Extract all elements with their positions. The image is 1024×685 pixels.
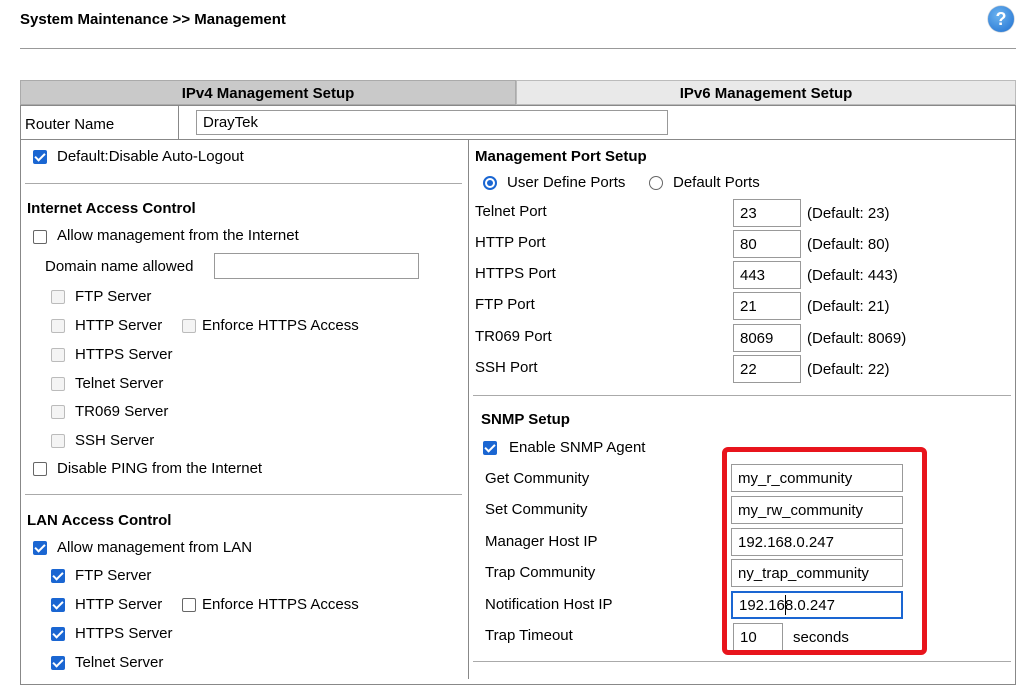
- manager-host-input[interactable]: [731, 528, 903, 556]
- internet-telnet-label: Telnet Server: [75, 375, 164, 392]
- trap-community-input[interactable]: [731, 559, 903, 587]
- https-port-input[interactable]: [733, 261, 801, 289]
- https-port-default: (Default: 443): [807, 267, 898, 284]
- internet-https-label: HTTPS Server: [75, 346, 173, 363]
- enable-snmp-label: Enable SNMP Agent: [509, 439, 646, 456]
- set-community-input[interactable]: [731, 496, 903, 524]
- router-name-input[interactable]: [196, 110, 668, 135]
- telnet-port-label: Telnet Port: [475, 203, 547, 220]
- set-community-label: Set Community: [485, 501, 588, 518]
- default-ports-radio[interactable]: [649, 176, 663, 190]
- trap-timeout-input[interactable]: [733, 623, 783, 651]
- ssh-port-input[interactable]: [733, 355, 801, 383]
- ftp-port-label: FTP Port: [475, 296, 535, 313]
- internet-ssh-checkbox[interactable]: [51, 434, 65, 448]
- section-divider: [25, 183, 462, 184]
- get-community-input[interactable]: [731, 464, 903, 492]
- auto-logout-checkbox[interactable]: [33, 150, 47, 164]
- internet-ssh-label: SSH Server: [75, 432, 155, 449]
- help-icon[interactable]: ?: [988, 6, 1014, 32]
- auto-logout-label: Default:Disable Auto-Logout: [57, 148, 244, 165]
- domain-allowed-input[interactable]: [214, 253, 419, 279]
- lan-telnet-label: Telnet Server: [75, 654, 164, 671]
- internet-http-label: HTTP Server: [75, 317, 163, 334]
- notification-host-label: Notification Host IP: [485, 596, 613, 613]
- tr069-port-input[interactable]: [733, 324, 801, 352]
- allow-internet-mgmt-checkbox[interactable]: [33, 230, 47, 244]
- manager-host-label: Manager Host IP: [485, 533, 598, 550]
- domain-allowed-label: Domain name allowed: [45, 258, 194, 275]
- internet-https-checkbox[interactable]: [51, 348, 65, 362]
- tab-ipv4-management[interactable]: IPv4 Management Setup: [20, 80, 516, 105]
- lan-https-checkbox[interactable]: [51, 627, 65, 641]
- ftp-port-default: (Default: 21): [807, 298, 890, 315]
- tab-ipv6-management[interactable]: IPv6 Management Setup: [516, 80, 1016, 105]
- https-port-label: HTTPS Port: [475, 265, 556, 282]
- disable-ping-label: Disable PING from the Internet: [57, 460, 263, 477]
- lan-http-checkbox[interactable]: [51, 598, 65, 612]
- ssh-port-default: (Default: 22): [807, 361, 890, 378]
- section-divider: [473, 661, 1011, 662]
- internet-ftp-checkbox[interactable]: [51, 290, 65, 304]
- ssh-port-label: SSH Port: [475, 359, 538, 376]
- user-define-ports-label: User Define Ports: [507, 174, 626, 191]
- lan-https-label: HTTPS Server: [75, 625, 173, 642]
- allow-lan-mgmt-checkbox[interactable]: [33, 541, 47, 555]
- enable-snmp-checkbox[interactable]: [483, 441, 497, 455]
- cell-divider: [178, 105, 179, 139]
- internet-tr069-checkbox[interactable]: [51, 405, 65, 419]
- disable-ping-checkbox[interactable]: [33, 462, 47, 476]
- row-divider: [20, 139, 1016, 140]
- internet-access-heading: Internet Access Control: [27, 200, 196, 217]
- trap-community-label: Trap Community: [485, 564, 596, 581]
- telnet-port-default: (Default: 23): [807, 205, 890, 222]
- internet-enforce-https-checkbox[interactable]: [182, 319, 196, 333]
- http-port-default: (Default: 80): [807, 236, 890, 253]
- mgmt-port-heading: Management Port Setup: [475, 148, 647, 165]
- telnet-port-input[interactable]: [733, 199, 801, 227]
- allow-internet-mgmt-label: Allow management from the Internet: [57, 227, 299, 244]
- section-divider: [25, 494, 462, 495]
- internet-http-checkbox[interactable]: [51, 319, 65, 333]
- get-community-label: Get Community: [485, 470, 590, 487]
- http-port-label: HTTP Port: [475, 234, 546, 251]
- title-divider: [20, 48, 1016, 49]
- notification-host-input[interactable]: [731, 591, 903, 619]
- internet-tr069-label: TR069 Server: [75, 403, 169, 420]
- user-define-ports-radio[interactable]: [483, 176, 497, 190]
- lan-http-label: HTTP Server: [75, 596, 163, 613]
- page-title: System Maintenance >> Management: [20, 11, 286, 28]
- allow-lan-mgmt-label: Allow management from LAN: [57, 539, 253, 556]
- column-divider: [468, 139, 469, 679]
- lan-enforce-https-label: Enforce HTTPS Access: [202, 596, 359, 613]
- trap-timeout-unit: seconds: [793, 629, 849, 646]
- router-name-label: Router Name: [25, 116, 115, 133]
- text-cursor: [785, 595, 786, 615]
- http-port-input[interactable]: [733, 230, 801, 258]
- tr069-port-default: (Default: 8069): [807, 330, 907, 347]
- default-ports-label: Default Ports: [673, 174, 760, 191]
- section-divider: [473, 395, 1011, 396]
- trap-timeout-label: Trap Timeout: [485, 627, 573, 644]
- internet-telnet-checkbox[interactable]: [51, 377, 65, 391]
- snmp-heading: SNMP Setup: [481, 411, 570, 428]
- lan-access-heading: LAN Access Control: [27, 512, 172, 529]
- lan-telnet-checkbox[interactable]: [51, 656, 65, 670]
- lan-ftp-checkbox[interactable]: [51, 569, 65, 583]
- lan-enforce-https-checkbox[interactable]: [182, 598, 196, 612]
- internet-ftp-label: FTP Server: [75, 288, 152, 305]
- tr069-port-label: TR069 Port: [475, 328, 552, 345]
- lan-ftp-label: FTP Server: [75, 567, 152, 584]
- internet-enforce-https-label: Enforce HTTPS Access: [202, 317, 359, 334]
- ftp-port-input[interactable]: [733, 292, 801, 320]
